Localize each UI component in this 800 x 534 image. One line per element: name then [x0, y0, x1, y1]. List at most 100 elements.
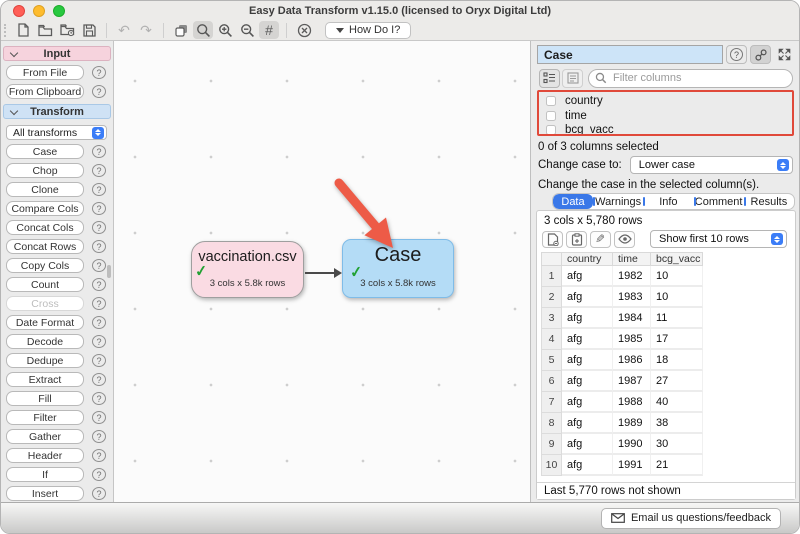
save-button[interactable] — [79, 21, 99, 39]
show-rows-select[interactable]: Show first 10 rows — [650, 230, 787, 248]
transform-button[interactable]: Date Format — [6, 315, 84, 330]
transform-button[interactable]: Dedupe — [6, 353, 84, 368]
table-row[interactable]: 9 afg 1990 30 — [541, 434, 703, 455]
transform-button[interactable]: Cross — [6, 296, 84, 311]
node-name-field[interactable]: Case — [537, 45, 723, 64]
help-circle-icon[interactable] — [92, 449, 106, 462]
transform-button[interactable]: Case — [6, 144, 84, 159]
table-row[interactable]: 4 afg 1985 17 — [541, 329, 703, 350]
table-row[interactable]: 5 afg 1986 18 — [541, 350, 703, 371]
table-header-row: country time bcg_vacc — [541, 252, 703, 266]
table-row[interactable]: 8 afg 1989 38 — [541, 413, 703, 434]
help-circle-icon[interactable] — [92, 335, 106, 348]
transform-button[interactable]: Extract — [6, 372, 84, 387]
transform-button[interactable]: Header — [6, 448, 84, 463]
help-circle-icon[interactable] — [92, 468, 106, 481]
open-recent-button[interactable] — [57, 21, 77, 39]
filter-columns-search[interactable] — [588, 69, 793, 88]
deselect-all-columns-button[interactable] — [562, 69, 583, 88]
help-circle-icon[interactable] — [92, 240, 106, 253]
transform-button[interactable]: Compare Cols — [6, 201, 84, 216]
tab[interactable]: Results — [744, 194, 794, 209]
transform-button[interactable]: Decode — [6, 334, 84, 349]
cancel-button[interactable] — [294, 21, 314, 39]
help-circle-icon[interactable] — [92, 392, 106, 405]
help-circle-icon[interactable] — [92, 297, 106, 310]
link-panel-button[interactable] — [750, 45, 771, 64]
change-case-select[interactable]: Lower case — [630, 156, 793, 174]
new-project-button[interactable] — [13, 21, 33, 39]
help-button[interactable] — [726, 45, 747, 64]
transform-button[interactable]: Gather — [6, 429, 84, 444]
zoom-out-button[interactable] — [237, 21, 257, 39]
help-circle-icon[interactable] — [92, 183, 106, 196]
help-circle-icon[interactable] — [92, 145, 106, 158]
tab[interactable]: Data — [553, 194, 593, 209]
column-header[interactable]: country — [562, 252, 613, 266]
how-do-i-button[interactable]: How Do I? — [325, 22, 411, 39]
column-header[interactable]: bcg_vacc — [651, 252, 703, 266]
transform-button[interactable]: Concat Cols — [6, 220, 84, 235]
help-circle-icon[interactable] — [92, 354, 106, 367]
help-circle-icon[interactable] — [92, 487, 106, 500]
column-checkbox[interactable] — [546, 111, 556, 121]
input-source-button[interactable]: From File — [6, 65, 84, 80]
transform-button[interactable]: Insert — [6, 486, 84, 501]
flow-canvas[interactable]: vaccination.csv ✓ 3 cols x 5.8k rows Cas… — [115, 41, 532, 502]
transform-button[interactable]: Clone — [6, 182, 84, 197]
column-header[interactable]: time — [613, 252, 651, 266]
input-section-header[interactable]: Input — [3, 46, 111, 61]
help-circle-icon[interactable] — [92, 202, 106, 215]
transform-button[interactable]: Concat Rows — [6, 239, 84, 254]
duplicate-button[interactable] — [171, 21, 191, 39]
toolbar-drag-handle[interactable] — [4, 24, 7, 37]
input-source-button[interactable]: From Clipboard — [6, 84, 84, 99]
transform-filter-select[interactable]: All transforms — [6, 125, 107, 140]
email-feedback-button[interactable]: Email us questions/feedback — [601, 508, 781, 529]
help-circle-icon[interactable] — [92, 411, 106, 424]
undo-button[interactable]: ↶ — [114, 21, 134, 39]
transform-button[interactable]: Fill — [6, 391, 84, 406]
table-row[interactable]: 2 afg 1983 10 — [541, 287, 703, 308]
filter-columns-input[interactable] — [611, 71, 786, 85]
zoom-in-button[interactable] — [215, 21, 235, 39]
open-project-button[interactable] — [35, 21, 55, 39]
redo-button[interactable]: ↷ — [136, 21, 156, 39]
help-circle-icon[interactable] — [92, 85, 106, 98]
table-row[interactable]: 1 afg 1982 10 — [541, 266, 703, 287]
copy-data-button[interactable] — [542, 231, 563, 248]
transform-section-header[interactable]: Transform — [3, 104, 111, 119]
preview-data-button[interactable] — [614, 231, 635, 248]
transform-button[interactable]: Copy Cols — [6, 258, 84, 273]
transform-button[interactable]: Chop — [6, 163, 84, 178]
paste-data-button[interactable] — [566, 231, 587, 248]
help-circle-icon[interactable] — [92, 316, 106, 329]
clipboard-plus-icon — [571, 233, 583, 246]
column-checkbox[interactable] — [546, 96, 556, 106]
zoom-tool-button[interactable] — [193, 21, 213, 39]
table-row[interactable]: 10 afg 1991 21 — [541, 455, 703, 476]
table-row[interactable]: 3 afg 1984 11 — [541, 308, 703, 329]
transform-button[interactable]: Count — [6, 277, 84, 292]
transform-button[interactable]: If — [6, 467, 84, 482]
transform-button[interactable]: Filter — [6, 410, 84, 425]
help-circle-icon[interactable] — [92, 430, 106, 443]
tab[interactable]: Info — [643, 194, 693, 209]
help-circle-icon[interactable] — [92, 278, 106, 291]
help-circle-icon[interactable] — [92, 259, 106, 272]
tab[interactable]: Comment — [694, 194, 744, 209]
toggle-grid-button[interactable]: # — [259, 21, 279, 39]
expand-panel-button[interactable] — [774, 45, 795, 64]
help-circle-icon[interactable] — [92, 373, 106, 386]
column-checkbox[interactable] — [546, 125, 556, 135]
select-all-columns-button[interactable] — [539, 69, 560, 88]
tab[interactable]: Warnings — [593, 194, 643, 209]
help-circle-icon[interactable] — [92, 164, 106, 177]
sidebar-scrollbar-thumb[interactable] — [107, 265, 111, 278]
help-circle-icon[interactable] — [92, 66, 106, 79]
table-row[interactable]: 7 afg 1988 40 — [541, 392, 703, 413]
table-row[interactable]: 6 afg 1987 27 — [541, 371, 703, 392]
help-circle-icon[interactable] — [92, 221, 106, 234]
input-node-vaccination[interactable]: vaccination.csv ✓ 3 cols x 5.8k rows — [191, 241, 304, 298]
edit-data-button[interactable]: ✎ — [590, 231, 611, 248]
